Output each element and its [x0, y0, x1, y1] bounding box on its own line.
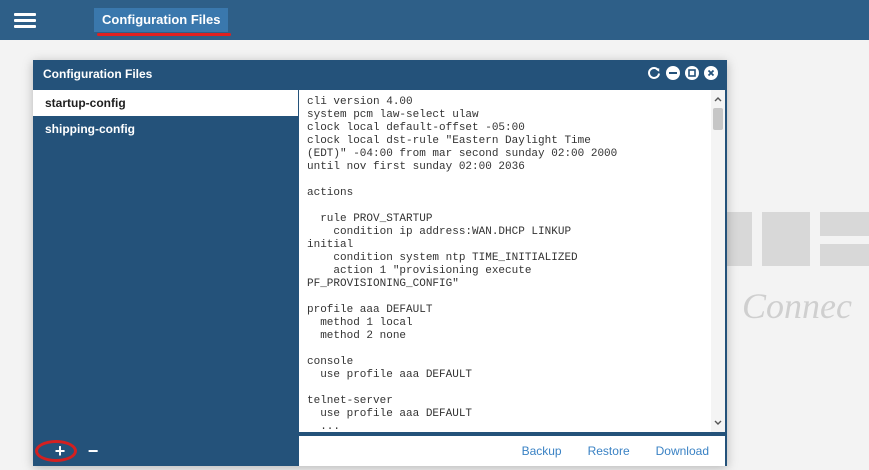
remove-label: −	[87, 441, 99, 461]
tab-configuration-files[interactable]: Configuration Files	[94, 8, 229, 32]
restore-button[interactable]: Restore	[588, 444, 630, 458]
file-list-footer: + −	[33, 436, 298, 466]
download-button[interactable]: Download	[656, 444, 709, 458]
top-nav-bar: Configuration Files	[0, 0, 869, 40]
file-item-startup-config[interactable]: startup-config	[33, 90, 298, 116]
scroll-down-arrow-icon[interactable]	[711, 416, 725, 430]
background-tagline: Connec	[742, 286, 852, 326]
config-text[interactable]: cli version 4.00 system pcm law-select u…	[299, 90, 725, 432]
remove-file-button[interactable]: −	[85, 442, 101, 460]
config-content-panel[interactable]: cli version 4.00 system pcm law-select u…	[299, 90, 725, 432]
file-item-shipping-config[interactable]: shipping-config	[33, 116, 298, 142]
vertical-scrollbar[interactable]	[711, 90, 725, 432]
tab-highlight-underline	[97, 33, 231, 36]
hamburger-menu-icon[interactable]	[14, 13, 36, 28]
configuration-files-dialog: Configuration Files startup-config shipp…	[33, 60, 727, 466]
content-footer: Backup Restore Download	[299, 436, 725, 466]
file-list: startup-config shipping-config	[33, 90, 298, 432]
restore-icon[interactable]	[684, 65, 700, 81]
add-file-button[interactable]: +	[51, 442, 69, 460]
backup-button[interactable]: Backup	[522, 444, 562, 458]
dialog-header: Configuration Files	[33, 60, 727, 88]
close-icon[interactable]	[703, 65, 719, 81]
dialog-title: Configuration Files	[43, 67, 153, 81]
background-logo	[722, 208, 869, 268]
scroll-up-arrow-icon[interactable]	[711, 92, 725, 106]
refresh-icon[interactable]	[646, 65, 662, 81]
add-label: +	[54, 441, 66, 461]
minimize-icon[interactable]	[665, 65, 681, 81]
scroll-thumb[interactable]	[713, 108, 723, 130]
